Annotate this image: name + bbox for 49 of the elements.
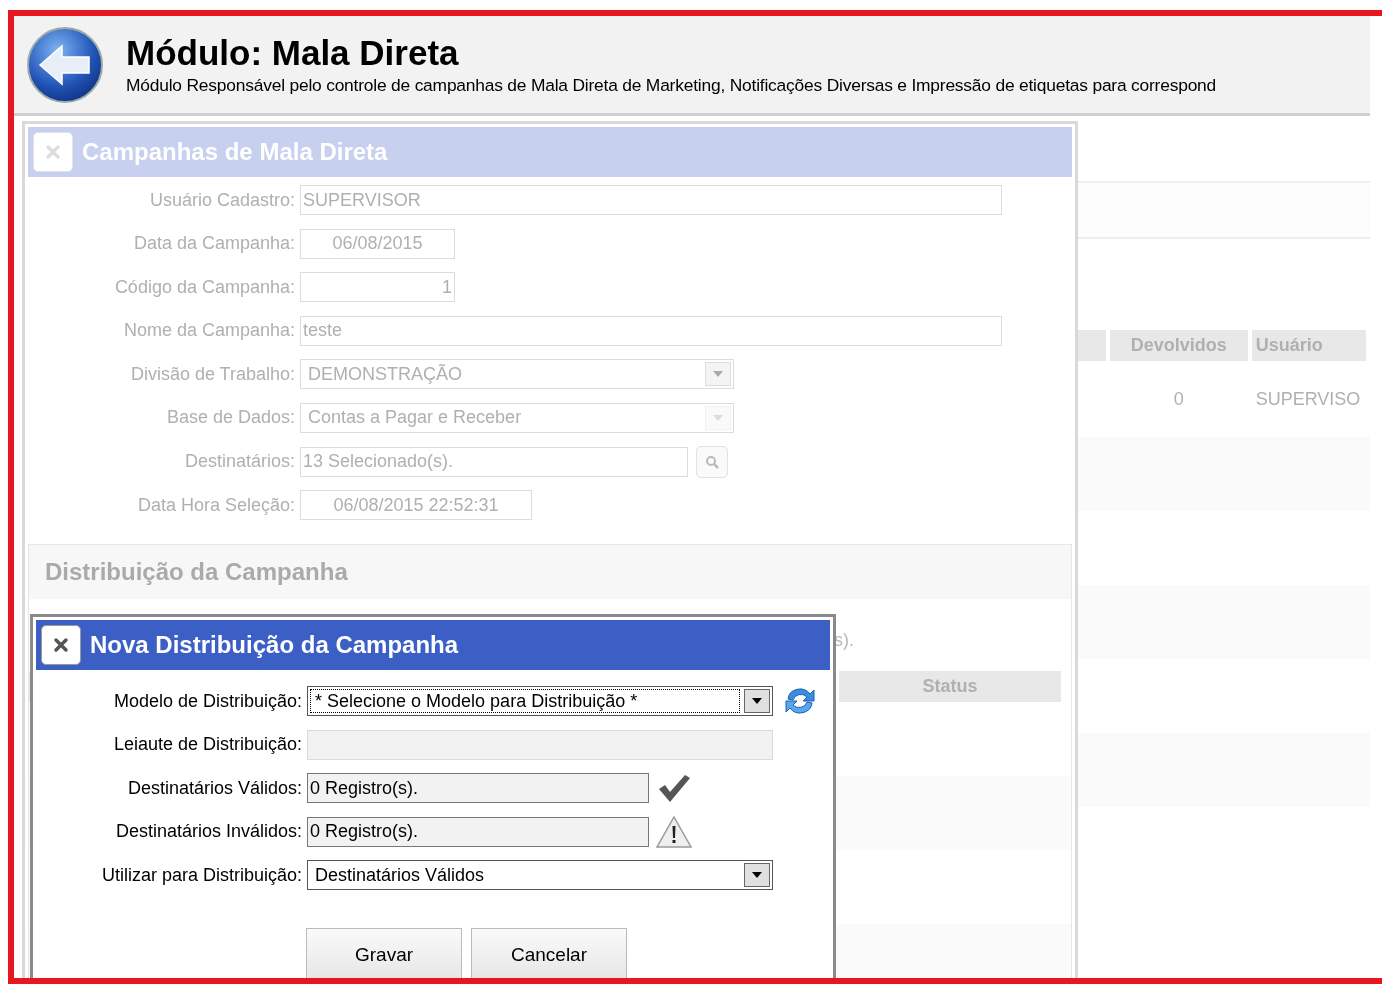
save-button[interactable]: Gravar — [306, 928, 462, 978]
module-title: Módulo: Mala Direta — [126, 33, 460, 73]
field-label: Utilizar para Distribuição: — [100, 864, 303, 886]
search-icon — [705, 454, 719, 469]
column-header: Devolvidos — [1109, 330, 1248, 361]
field-label: Leiaute de Distribuição: — [112, 734, 303, 756]
table-cell-text: 0 — [1172, 387, 1185, 411]
text-field[interactable]: teste — [300, 315, 1002, 346]
column-header: Usuário — [1251, 330, 1366, 361]
select-field[interactable]: Destinatários Válidos — [307, 860, 773, 891]
close-icon — [45, 144, 61, 160]
column-header: Status — [839, 671, 1061, 703]
field-label: Destinatários Inválidos: — [114, 821, 303, 843]
cancel-button[interactable]: Cancelar — [471, 928, 627, 978]
field-label: Nome da Campanha: — [122, 320, 296, 342]
module-description: Módulo Responsável pelo controle de campanhas de Mala Direta de Marketing, Notificações Diversas e Impressão de etiquetas para correspond — [126, 75, 1217, 96]
caret-icon — [752, 698, 762, 704]
checkmark-icon — [657, 773, 691, 804]
caret-icon — [713, 414, 723, 421]
count-field[interactable]: 0 Registro(s). — [307, 773, 649, 804]
section-title: Distribuição da Campanha — [29, 545, 1071, 600]
close-icon — [53, 637, 69, 653]
number-field[interactable]: 1 — [300, 272, 455, 303]
select-field[interactable]: DEMONSTRAÇÃO — [300, 359, 734, 390]
panel-title: Campanhas de Mala Direta — [82, 138, 388, 166]
warning-icon — [656, 815, 692, 848]
layout-field[interactable] — [307, 729, 773, 760]
caret-icon — [752, 872, 762, 879]
caret-icon — [713, 371, 723, 378]
field-label: Data da Campanha: — [132, 233, 296, 255]
field-label: Destinatários: — [183, 451, 296, 473]
field-label: Data Hora Seleção: — [136, 494, 296, 516]
date-field[interactable]: 06/08/2015 — [300, 228, 455, 259]
field-label: Modelo de Distribuição: — [112, 690, 303, 712]
text-field[interactable]: SUPERVISOR — [300, 185, 1002, 215]
table-cell-text: SUPERVISO — [1254, 387, 1362, 411]
dialog-title: Nova Distribuição da Campanha — [90, 631, 459, 659]
refresh-icon[interactable] — [783, 685, 817, 717]
select-field[interactable]: * Selecione o Modelo para Distribuição * — [307, 686, 773, 716]
close-button[interactable] — [41, 625, 81, 665]
table-header — [1078, 330, 1106, 361]
field-label: Base de Dados: — [165, 407, 296, 429]
count-field[interactable]: 0 Registro(s). — [307, 816, 649, 847]
field-label: Código da Campanha: — [113, 276, 296, 298]
recipients-field[interactable]: 13 Selecionado(s). — [300, 446, 688, 477]
field-label: Divisão de Trabalho: — [129, 363, 296, 385]
field-label: Destinatários Válidos: — [126, 777, 303, 799]
datetime-field[interactable]: 06/08/2015 22:52:31 — [300, 490, 532, 521]
field-label: Usuário Cadastro: — [148, 189, 296, 211]
